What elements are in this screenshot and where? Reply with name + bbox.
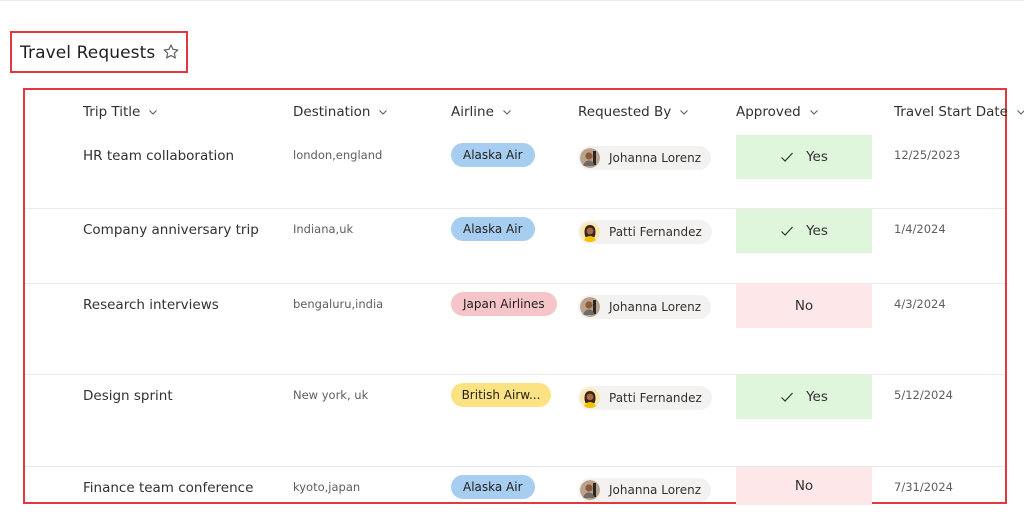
- avatar: [580, 148, 600, 168]
- approved-value: No: [794, 478, 814, 494]
- column-header-approved[interactable]: Approved: [736, 102, 819, 122]
- column-header-destination[interactable]: Destination: [293, 102, 388, 122]
- person-name: Johanna Lorenz: [609, 483, 701, 497]
- top-divider: [0, 0, 1024, 1]
- cell-trip-title: HR team collaboration: [83, 148, 235, 164]
- checkmark-icon: [781, 392, 794, 402]
- avatar: [580, 297, 600, 317]
- person-name: Patti Fernandez: [609, 225, 702, 239]
- column-header-label: Requested By: [578, 104, 672, 120]
- column-header-label: Airline: [451, 104, 494, 120]
- chevron-down-icon: [680, 110, 689, 115]
- cell-destination: kyoto,japan: [293, 480, 361, 494]
- approved-value: Yes: [806, 149, 828, 165]
- column-header-requested-by[interactable]: Requested By: [578, 102, 689, 122]
- cell-travel-start-date: 12/25/2023: [894, 148, 961, 162]
- column-header-airline[interactable]: Airline: [451, 102, 512, 122]
- person-chip[interactable]: Johanna Lorenz: [578, 478, 711, 502]
- cell-travel-start-date: 4/3/2024: [894, 297, 946, 311]
- cell-trip-title: Finance team conference: [83, 480, 254, 496]
- column-header-trip-title[interactable]: Trip Title: [83, 102, 158, 122]
- airline-pill: Alaska Air: [451, 475, 535, 499]
- approved-badge: No: [736, 284, 872, 328]
- chevron-down-icon: [809, 110, 818, 115]
- cell-destination: london,england: [293, 148, 383, 162]
- chevron-down-icon: [503, 110, 511, 115]
- avatar: [580, 388, 600, 408]
- person-chip[interactable]: Johanna Lorenz: [578, 146, 711, 170]
- cell-trip-title: Research interviews: [83, 297, 219, 313]
- approved-value: Yes: [806, 223, 828, 239]
- approved-value: Yes: [806, 389, 828, 405]
- checkmark-icon: [781, 226, 794, 236]
- chevron-down-icon: [379, 110, 388, 115]
- avatar: [580, 480, 600, 500]
- approved-badge: No: [736, 467, 872, 505]
- chevron-down-icon: [149, 110, 158, 115]
- checkmark-icon: [781, 152, 794, 162]
- person-chip[interactable]: Patti Fernandez: [578, 386, 712, 410]
- column-header-label: Trip Title: [83, 104, 141, 120]
- column-header-label: Travel Start Date: [894, 104, 1008, 120]
- airline-pill: Japan Airlines: [451, 292, 557, 316]
- cell-travel-start-date: 1/4/2024: [894, 222, 946, 236]
- column-header-travel-start-date[interactable]: Travel Start Date: [894, 102, 1024, 122]
- approved-badge: Yes: [736, 135, 872, 179]
- cell-trip-title: Company anniversary trip: [83, 222, 259, 238]
- sharepoint-list-page: Travel Requests Trip Title Destination A…: [0, 0, 1024, 512]
- approved-badge: Yes: [736, 209, 872, 253]
- avatar: [580, 222, 600, 242]
- cell-trip-title: Design sprint: [83, 388, 173, 404]
- person-name: Patti Fernandez: [609, 391, 702, 405]
- airline-pill: Alaska Air: [451, 217, 535, 241]
- airline-pill: British Airw...: [451, 383, 551, 407]
- person-chip[interactable]: Patti Fernandez: [578, 220, 712, 244]
- person-chip[interactable]: Johanna Lorenz: [578, 295, 711, 319]
- list-title: Travel Requests: [20, 43, 156, 63]
- cell-destination: bengaluru,india: [293, 297, 384, 311]
- approved-badge: Yes: [736, 375, 872, 419]
- airline-pill: Alaska Air: [451, 143, 535, 167]
- cell-travel-start-date: 5/12/2024: [894, 388, 953, 402]
- chevron-down-icon: [1017, 110, 1024, 115]
- cell-destination: New york, uk: [293, 388, 369, 402]
- favorite-star-icon[interactable]: [162, 43, 180, 61]
- approved-value: No: [794, 298, 814, 314]
- column-header-label: Destination: [293, 104, 371, 120]
- person-name: Johanna Lorenz: [609, 300, 701, 314]
- cell-travel-start-date: 7/31/2024: [894, 480, 953, 494]
- person-name: Johanna Lorenz: [609, 151, 701, 165]
- cell-destination: Indiana,uk: [293, 222, 354, 236]
- column-header-label: Approved: [736, 104, 801, 120]
